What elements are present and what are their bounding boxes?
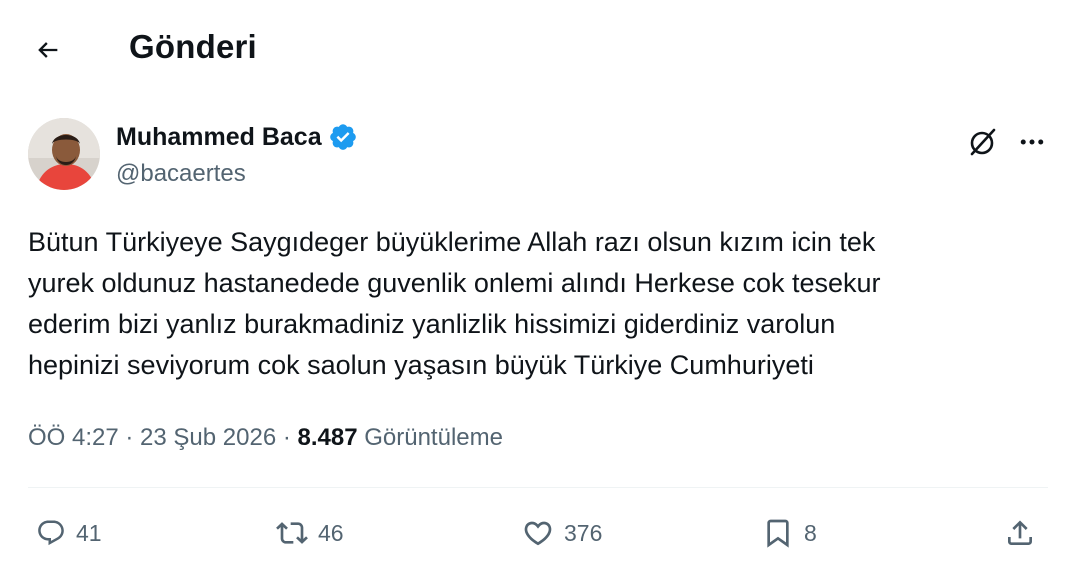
tweet-author: Muhammed Baca @bacaertes: [28, 118, 1058, 198]
tweet-text-line: Bütun Türkiyeye Saygıdeger büyüklerime A…: [28, 227, 876, 257]
reply-button[interactable]: 41: [36, 505, 102, 561]
tweet-date[interactable]: 23 Şub 2026: [140, 424, 276, 451]
grok-icon: [970, 128, 996, 156]
tweet-actions: 41 46 376 8: [0, 505, 1080, 561]
like-button[interactable]: 376: [522, 505, 602, 561]
bookmark-button[interactable]: 8: [762, 505, 817, 561]
avatar[interactable]: [28, 118, 100, 190]
page-title: Gönderi: [129, 28, 257, 65]
display-name-row: Muhammed Baca: [116, 122, 358, 152]
repost-count: 46: [318, 519, 344, 546]
divider: [28, 487, 1048, 488]
tweet-time[interactable]: ÖÖ 4:27: [28, 424, 119, 451]
views-label: Görüntüleme: [357, 424, 503, 451]
top-bar: Gönderi: [0, 0, 1080, 96]
verified-badge-icon: [329, 124, 356, 150]
tweet-meta: ÖÖ 4:27 · 23 Şub 2026 · 8.487 Görüntülem…: [28, 424, 503, 452]
heart-icon: [524, 521, 552, 546]
more-horizontal-icon: [1020, 139, 1044, 145]
share-button[interactable]: [1004, 505, 1036, 561]
tweet-text-line: ederim bizi yanlız burakmadiniz yanlizli…: [28, 309, 836, 339]
like-count: 376: [564, 519, 603, 546]
reply-count: 41: [76, 519, 102, 546]
share-icon: [1008, 520, 1032, 545]
repost-icon: [276, 522, 308, 544]
back-button[interactable]: [28, 30, 68, 70]
reply-icon: [38, 520, 64, 546]
display-name[interactable]: Muhammed Baca: [116, 123, 322, 152]
tweet-text: Bütun Türkiyeye Saygıdeger büyüklerime A…: [28, 222, 1048, 386]
arrow-left-icon: [38, 42, 58, 58]
grok-button[interactable]: [963, 122, 1003, 162]
repost-button[interactable]: 46: [276, 505, 344, 561]
meta-separator: ·: [118, 424, 141, 451]
tweet-text-line: hepinizi seviyorum cok saolun yaşasın bü…: [28, 350, 814, 380]
meta-separator: ·: [276, 424, 298, 451]
more-options-button[interactable]: [1012, 122, 1052, 162]
user-handle[interactable]: @bacaertes: [116, 160, 246, 188]
tweet-text-line: yurek oldunuz hastanedede guvenlik onlem…: [28, 268, 881, 298]
bookmark-icon: [767, 519, 789, 548]
views-count[interactable]: 8.487: [298, 424, 358, 451]
bookmark-count: 8: [804, 519, 817, 546]
